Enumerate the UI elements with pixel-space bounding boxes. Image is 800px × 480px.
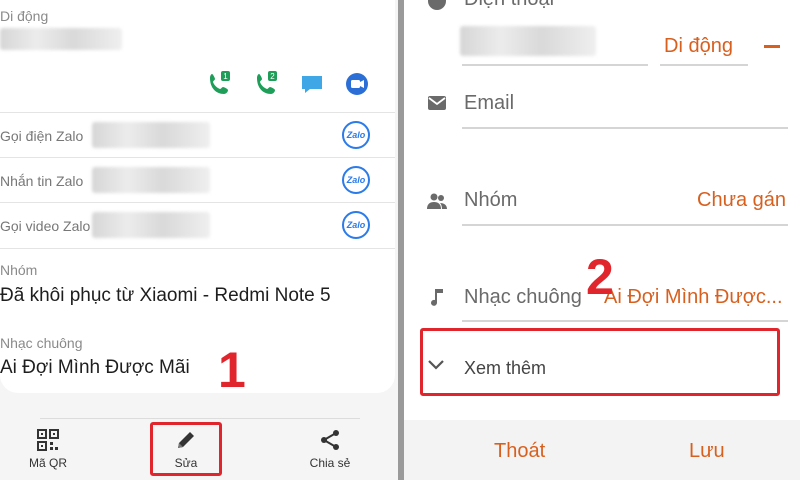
phone-label: Điện thoại — [464, 0, 554, 11]
phone-icon — [428, 0, 446, 10]
group-value: Đã khôi phục từ Xiaomi - Redmi Note 5 — [0, 285, 331, 306]
remove-phone-icon[interactable] — [764, 45, 780, 48]
edit-highlight-box — [150, 422, 222, 476]
divider — [0, 202, 395, 203]
blurred-number — [92, 122, 210, 148]
see-more-highlight-box — [420, 328, 780, 396]
blurred-phone-number[interactable] — [460, 26, 596, 56]
ringtone-value[interactable]: Ai Đợi Mình Được... — [604, 286, 783, 309]
group-label: Nhóm — [464, 189, 518, 211]
blurred-phone-number — [0, 28, 122, 50]
ringtone-label: Nhạc chuông — [0, 335, 83, 351]
email-icon — [428, 96, 446, 110]
save-button[interactable]: Lưu — [689, 440, 725, 463]
qr-code-button[interactable]: Mã QR — [18, 428, 78, 470]
group-underline — [462, 224, 788, 226]
zalo-icon[interactable]: Zalo — [342, 211, 370, 239]
call-sim1-icon[interactable]: 1 — [206, 70, 234, 98]
divider — [0, 157, 395, 158]
divider — [0, 248, 395, 249]
zalo-call-label: Gọi điện Zalo — [0, 128, 84, 144]
music-note-icon — [431, 289, 443, 306]
call-sim2-icon[interactable]: 2 — [253, 70, 281, 98]
message-icon[interactable] — [298, 70, 326, 98]
share-label: Chia sẻ — [309, 456, 351, 470]
qr-code-icon — [37, 429, 59, 451]
sim2-badge: 2 — [270, 72, 275, 81]
qr-code-label: Mã QR — [28, 456, 67, 470]
phone-input-underline — [462, 64, 648, 66]
divider — [0, 112, 395, 113]
ringtone-underline — [462, 320, 788, 322]
email-underline — [462, 127, 788, 129]
blurred-number — [92, 167, 210, 193]
blurred-number — [92, 212, 210, 238]
group-label: Nhóm — [0, 262, 38, 278]
phone-type-underline — [660, 64, 748, 66]
step-number-1: 1 — [218, 342, 246, 398]
ringtone-label: Nhạc chuông — [464, 286, 582, 308]
contact-details-panel: Di động 1 2 Gọi điện Zalo Zalo Nhắn tin … — [0, 0, 398, 480]
group-value[interactable]: Chưa gán — [697, 189, 786, 212]
share-icon — [321, 430, 339, 450]
share-button[interactable]: Chia sẻ — [296, 428, 364, 470]
zalo-message-label: Nhắn tin Zalo — [0, 173, 84, 189]
zalo-icon[interactable]: Zalo — [342, 166, 370, 194]
phone-type-selector[interactable]: Di động — [664, 35, 733, 58]
zalo-video-label: Gọi video Zalo — [0, 218, 91, 234]
divider — [40, 418, 360, 419]
video-call-icon[interactable] — [343, 70, 371, 98]
action-bar — [404, 420, 800, 480]
step-number-2: 2 — [586, 249, 614, 305]
phone-type-label: Di động — [0, 8, 49, 24]
edit-contact-panel: Điện thoại Di động Email Nhóm Chưa gán N… — [404, 0, 800, 480]
ringtone-value: Ai Đợi Mình Được Mãi — [0, 357, 190, 378]
zalo-icon[interactable]: Zalo — [342, 121, 370, 149]
group-icon — [427, 193, 447, 209]
exit-button[interactable]: Thoát — [494, 440, 545, 463]
email-field[interactable]: Email — [464, 92, 514, 115]
sim1-badge: 1 — [223, 72, 228, 81]
